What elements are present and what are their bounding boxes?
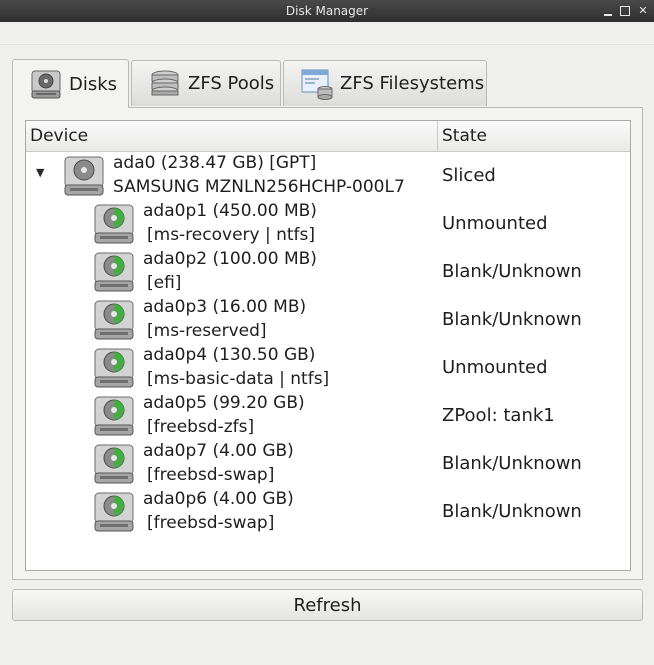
device-detail: [freebsd-zfs] (147, 417, 255, 437)
tree-row-disk[interactable]: ▼ ada0 (238.47 GB) [GPT] SAMSUNG MZNLN256H… (26, 152, 630, 200)
column-header-state[interactable]: State (438, 121, 630, 151)
device-state: Sliced (442, 165, 496, 186)
disk-tree-view[interactable]: Device State ▼ ada0 (238.47 GB) [GPT] SAMS… (25, 120, 631, 571)
column-header-device[interactable]: Device (26, 121, 438, 151)
menu-bar (0, 22, 654, 45)
device-state: Unmounted (442, 213, 548, 234)
tree-row-partition[interactable]: ada0p1 (450.00 MB) [ms-recovery | ntfs] Un… (26, 200, 630, 248)
device-detail: [freebsd-swap] (147, 513, 275, 533)
close-button[interactable]: ✕ (636, 4, 650, 18)
maximize-icon (620, 6, 630, 16)
tree-header: Device State (26, 121, 630, 152)
partition-icon (91, 250, 137, 294)
title-bar[interactable]: Disk Manager ✕ (0, 0, 654, 22)
hard-disk-icon (61, 154, 107, 198)
zfs-filesystem-icon (301, 69, 333, 100)
window-title: Disk Manager (285, 4, 369, 18)
device-name: ada0p6 (4.00 GB) (143, 489, 294, 509)
device-detail: [ms-basic-data | ntfs] (147, 369, 330, 389)
disk-manager-window: Disk Manager ✕ Disks ZFS Pools ZFS Files… (0, 0, 654, 665)
device-detail: [freebsd-swap] (147, 465, 275, 485)
device-name: ada0p2 (100.00 MB) (143, 249, 317, 269)
zfs-pool-stack-icon (151, 70, 179, 95)
device-state: Blank/Unknown (442, 309, 582, 330)
device-state: Blank/Unknown (442, 261, 582, 282)
minimize-button[interactable] (601, 4, 615, 18)
tree-row-partition[interactable]: ada0p4 (130.50 GB) [ms-basic-data | ntfs]… (26, 344, 630, 392)
close-icon: ✕ (638, 4, 648, 17)
device-state: Unmounted (442, 357, 548, 378)
tab-disks[interactable]: Disks (12, 59, 129, 108)
partition-icon (91, 442, 137, 486)
device-name: ada0 (238.47 GB) [GPT] (113, 153, 317, 173)
device-name: ada0p4 (130.50 GB) (143, 345, 316, 365)
partition-icon (91, 490, 137, 534)
tree-row-partition[interactable]: ada0p6 (4.00 GB) [freebsd-swap] Blank/Unkn… (26, 488, 630, 536)
collapse-arrow-icon[interactable]: ▼ (36, 166, 44, 179)
partition-icon (91, 298, 137, 342)
device-state: ZPool: tank1 (442, 405, 555, 426)
tab-zfs-filesystems[interactable]: ZFS Filesystems (283, 60, 487, 106)
device-state: Blank/Unknown (442, 453, 582, 474)
tree-row-partition[interactable]: ada0p5 (99.20 GB) [freebsd-zfs] ZPool: tan… (26, 392, 630, 440)
minimize-icon (604, 14, 612, 16)
partition-icon (91, 346, 137, 390)
disks-tab-panel: Device State ▼ ada0 (238.47 GB) [GPT] SAMS… (12, 107, 643, 580)
tab-zfs-pools-label: ZFS Pools (188, 73, 275, 94)
tree-row-partition[interactable]: ada0p7 (4.00 GB) [freebsd-swap] Blank/Unkn… (26, 440, 630, 488)
device-state: Blank/Unknown (442, 501, 582, 522)
tab-zfs-filesystems-label: ZFS Filesystems (340, 73, 485, 94)
device-name: ada0p5 (99.20 GB) (143, 393, 305, 413)
device-name: ada0p3 (16.00 MB) (143, 297, 307, 317)
partition-icon (91, 202, 137, 246)
device-name: ada0p1 (450.00 MB) (143, 201, 317, 221)
device-name: ada0p7 (4.00 GB) (143, 441, 294, 461)
tree-row-partition[interactable]: ada0p3 (16.00 MB) [ms-reserved] Blank/Unkn… (26, 296, 630, 344)
device-detail: [ms-recovery | ntfs] (147, 225, 316, 245)
device-detail: SAMSUNG MZNLN256HCHP-000L7 (113, 177, 405, 197)
tab-zfs-pools[interactable]: ZFS Pools (131, 60, 281, 106)
partition-icon (91, 394, 137, 438)
device-detail: [efi] (147, 273, 182, 293)
tab-disks-label: Disks (69, 73, 118, 95)
hard-disk-icon (31, 70, 61, 99)
device-detail: [ms-reserved] (147, 321, 267, 341)
refresh-button[interactable]: Refresh (12, 589, 643, 621)
tree-row-partition[interactable]: ada0p2 (100.00 MB) [efi] Blank/Unknown (26, 248, 630, 296)
maximize-button[interactable] (618, 4, 632, 18)
